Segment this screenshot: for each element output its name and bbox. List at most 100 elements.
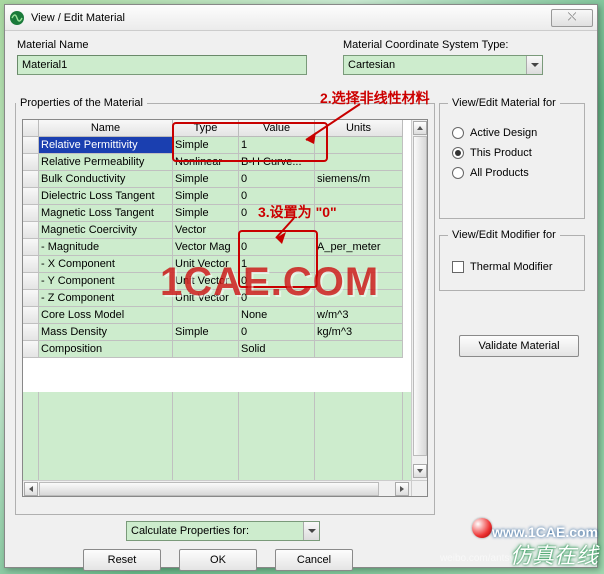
radio-active-design[interactable]: Active Design [452, 127, 572, 139]
modifier-legend: View/Edit Modifier for [448, 229, 560, 241]
radio-label: This Product [470, 147, 532, 159]
cell-value [239, 222, 315, 239]
coord-type-dropdown[interactable]: Cartesian [343, 55, 543, 75]
cell-value: Solid [239, 341, 315, 358]
row-header [23, 307, 39, 324]
cell-value: 0 [239, 324, 315, 341]
row-header [23, 205, 39, 222]
table-row[interactable]: Composition Solid [23, 341, 427, 358]
row-header [23, 188, 39, 205]
cell-type: Unit Vector [173, 256, 239, 273]
table-row[interactable]: Bulk Conductivity Simple 0 siemens/m [23, 171, 427, 188]
cell-value: B-H Curve... [239, 154, 315, 171]
cell-name: - Magnitude [39, 239, 173, 256]
row-header [23, 341, 39, 358]
cell-type: Simple [173, 171, 239, 188]
checkbox-icon [452, 261, 464, 273]
cell-units [315, 222, 403, 239]
scroll-thumb[interactable] [39, 482, 379, 496]
window-title: View / Edit Material [31, 12, 551, 24]
table-row[interactable]: Dielectric Loss Tangent Simple 0 [23, 188, 427, 205]
button-label: Reset [108, 554, 137, 566]
chevron-down-icon [303, 522, 319, 540]
properties-grid[interactable]: Name Type Value Units Relative Permittiv… [22, 119, 428, 497]
cell-name: Dielectric Loss Tangent [39, 188, 173, 205]
validate-material-button[interactable]: Validate Material [459, 335, 579, 357]
radio-icon [452, 127, 464, 139]
cell-name: - X Component [39, 256, 173, 273]
material-name-field[interactable]: Material1 [17, 55, 307, 75]
view-edit-modifier-for-group: View/Edit Modifier for Thermal Modifier [439, 229, 585, 291]
thermal-modifier-check[interactable]: Thermal Modifier [452, 261, 572, 273]
cell-name: Magnetic Coercivity [39, 222, 173, 239]
table-row[interactable]: - Y Component Unit Vector 0 [23, 273, 427, 290]
client-area: Material Name Material1 Material Coordin… [13, 39, 589, 559]
cell-name: - Z Component [39, 290, 173, 307]
scroll-down-icon[interactable] [413, 464, 427, 478]
reset-button[interactable]: Reset [83, 549, 161, 571]
row-header [23, 171, 39, 188]
button-label: Validate Material [478, 340, 559, 352]
cell-units [315, 341, 403, 358]
scroll-right-icon[interactable] [395, 482, 409, 496]
cell-type: Unit Vector [173, 290, 239, 307]
cell-type: Simple [173, 188, 239, 205]
radio-all-products[interactable]: All Products [452, 167, 572, 179]
grid-empty-area [23, 392, 411, 480]
radio-this-product[interactable]: This Product [452, 147, 572, 159]
table-row[interactable]: - Magnitude Vector Mag 0 A_per_meter [23, 239, 427, 256]
cell-name: Relative Permeability [39, 154, 173, 171]
table-row[interactable]: Relative Permeability Nonlinear B-H Curv… [23, 154, 427, 171]
checkbox-label: Thermal Modifier [470, 261, 553, 273]
row-header [23, 290, 39, 307]
table-row[interactable]: Relative Permittivity Simple 1 [23, 137, 427, 154]
properties-group: Properties of the Material Name Type Val… [15, 97, 435, 515]
cell-value: 1 [239, 137, 315, 154]
scroll-up-icon[interactable] [413, 121, 427, 135]
cell-units [315, 256, 403, 273]
table-row[interactable]: - Z Component Unit Vector 0 [23, 290, 427, 307]
table-row[interactable]: Mass Density Simple 0 kg/m^3 [23, 324, 427, 341]
radio-label: All Products [470, 167, 529, 179]
title-bar: View / Edit Material ⤬ [5, 5, 597, 31]
cell-value: 0 [239, 273, 315, 290]
scroll-corner [411, 480, 427, 496]
col-type: Type [173, 120, 239, 137]
row-header [23, 256, 39, 273]
table-row[interactable]: Magnetic Coercivity Vector [23, 222, 427, 239]
scroll-left-icon[interactable] [24, 482, 38, 496]
annotation-3-text: 3.设置为 "0" [258, 202, 337, 222]
button-label: Cancel [297, 554, 331, 566]
row-header [23, 137, 39, 154]
radio-label: Active Design [470, 127, 537, 139]
row-header [23, 154, 39, 171]
table-row[interactable]: Core Loss Model None w/m^3 [23, 307, 427, 324]
table-row[interactable]: Magnetic Loss Tangent Simple 0 [23, 205, 427, 222]
cancel-button[interactable]: Cancel [275, 549, 353, 571]
ok-button[interactable]: OK [179, 549, 257, 571]
grid-header: Name Type Value Units [23, 120, 427, 137]
cell-type: Nonlinear [173, 154, 239, 171]
close-icon: ⤬ [568, 11, 577, 23]
calc-dropdown-label: Calculate Properties for: [127, 522, 303, 540]
cell-units [315, 273, 403, 290]
row-header [23, 273, 39, 290]
col-units: Units [315, 120, 403, 137]
cell-value: 0 [239, 239, 315, 256]
cell-type: Unit Vector [173, 273, 239, 290]
dialog-window: View / Edit Material ⤬ Material Name Mat… [4, 4, 598, 568]
cell-type: Vector [173, 222, 239, 239]
calculate-properties-dropdown[interactable]: Calculate Properties for: [126, 521, 320, 541]
cell-type: Simple [173, 324, 239, 341]
cell-value: None [239, 307, 315, 324]
row-header [23, 239, 39, 256]
coord-type-label: Material Coordinate System Type: [343, 39, 508, 51]
table-row[interactable]: - X Component Unit Vector 1 [23, 256, 427, 273]
view-edit-material-for-group: View/Edit Material for Active Design Thi… [439, 97, 585, 219]
scroll-thumb[interactable] [413, 136, 427, 456]
material-name-label: Material Name [17, 39, 89, 51]
horizontal-scrollbar[interactable] [23, 480, 411, 496]
vertical-scrollbar[interactable] [411, 120, 427, 480]
cell-type [173, 307, 239, 324]
close-button[interactable]: ⤬ [551, 9, 593, 27]
